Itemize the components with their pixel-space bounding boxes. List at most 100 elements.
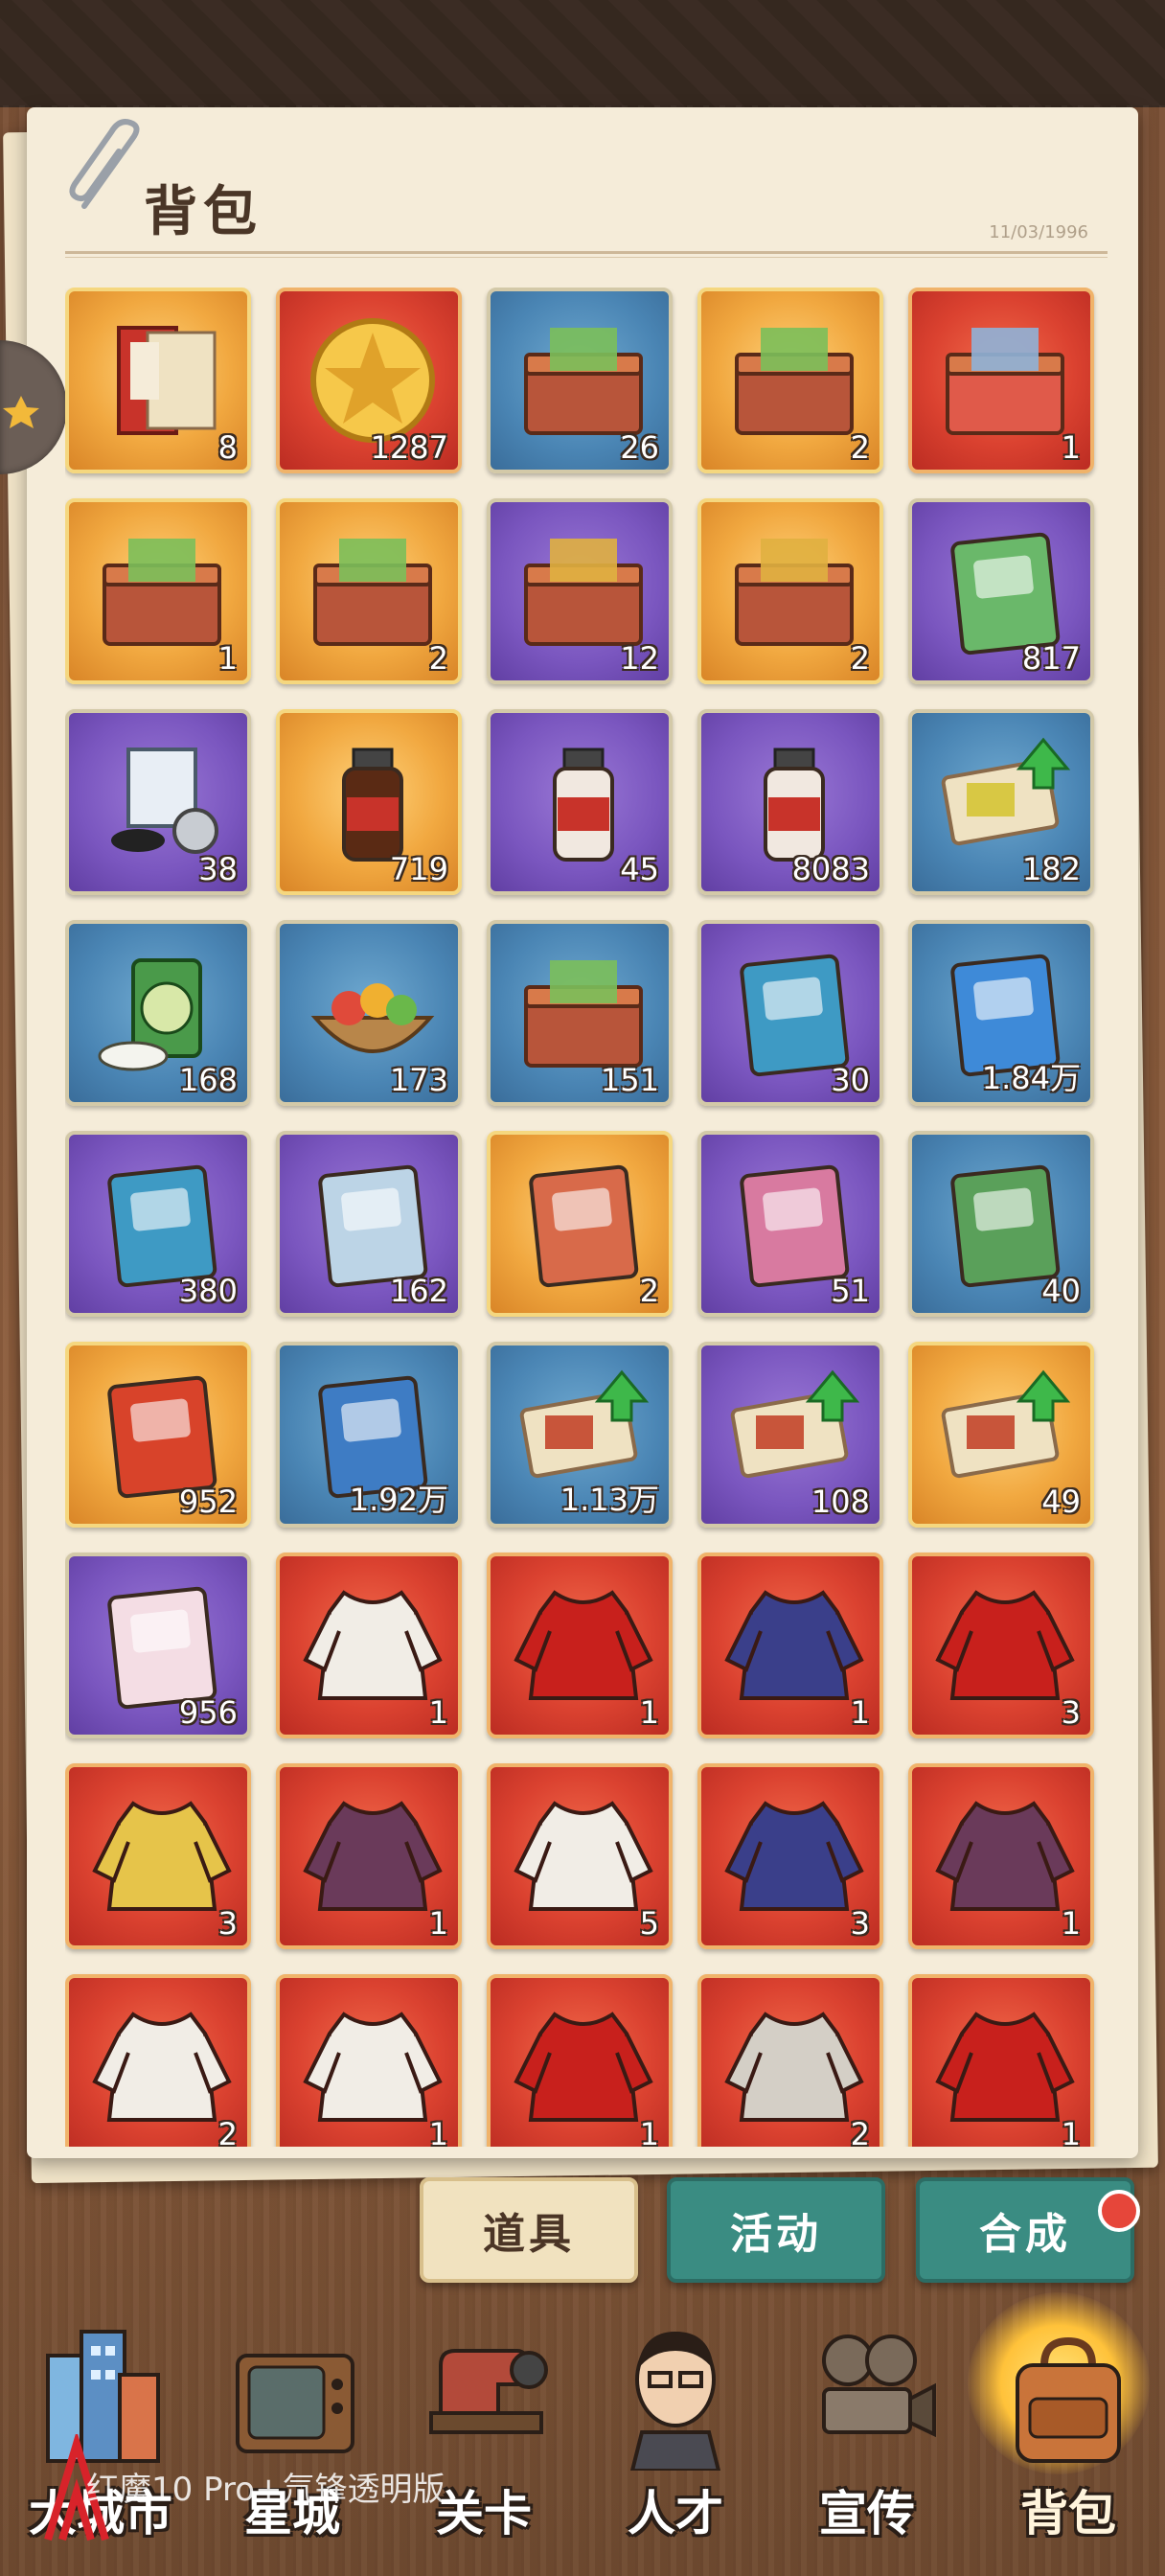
item-slot[interactable]: 1.13万 bbox=[487, 1342, 673, 1528]
item-count: 2 bbox=[850, 640, 870, 677]
item-slot[interactable]: 956 bbox=[65, 1552, 251, 1738]
treasure-chest-icon bbox=[313, 539, 432, 646]
item-count: 1 bbox=[217, 640, 238, 677]
item-slot[interactable]: 49 bbox=[908, 1342, 1094, 1528]
tv-icon bbox=[236, 2354, 354, 2453]
item-slot[interactable]: 2 bbox=[487, 1131, 673, 1317]
item-slot[interactable]: 1 bbox=[276, 1763, 462, 1949]
item-count: 1 bbox=[428, 2116, 448, 2147]
item-slot[interactable]: 1 bbox=[65, 498, 251, 684]
item-count: 1 bbox=[1061, 1905, 1081, 1942]
item-count: 956 bbox=[178, 1694, 238, 1731]
item-slot[interactable]: 173 bbox=[276, 920, 462, 1106]
item-count: 719 bbox=[389, 851, 448, 887]
item-slot[interactable]: 3 bbox=[65, 1763, 251, 1949]
item-slot[interactable]: 1 bbox=[908, 1974, 1094, 2147]
item-slot[interactable]: 1 bbox=[487, 1974, 673, 2147]
item-slot[interactable]: 3 bbox=[697, 1763, 883, 1949]
nav-talent[interactable]: 人才 bbox=[584, 2308, 766, 2566]
item-slot[interactable]: 1 bbox=[276, 1974, 462, 2147]
item-slot[interactable]: 952 bbox=[65, 1342, 251, 1528]
item-count: 1.84万 bbox=[981, 1060, 1081, 1096]
sewing-machine-icon bbox=[429, 2349, 548, 2434]
item-slot[interactable]: 1.92万 bbox=[276, 1342, 462, 1528]
nav-star-city[interactable]: 星城 bbox=[201, 2308, 383, 2566]
item-slot[interactable]: 26 bbox=[487, 288, 673, 473]
item-slot[interactable]: 2 bbox=[65, 1974, 251, 2147]
item-slot[interactable]: 182 bbox=[908, 709, 1094, 895]
item-count: 3 bbox=[1061, 1694, 1081, 1731]
item-slot[interactable]: 817 bbox=[908, 498, 1094, 684]
red-evening-dress-icon bbox=[514, 2012, 653, 2122]
car-gift-box-icon bbox=[735, 328, 854, 435]
nav-promotion[interactable]: 宣传 bbox=[776, 2308, 958, 2566]
item-slot[interactable]: 2 bbox=[697, 288, 883, 473]
item-slot[interactable]: 38 bbox=[65, 709, 251, 895]
item-slot[interactable]: 1 bbox=[908, 288, 1094, 473]
office-skirt-suit-icon bbox=[724, 1801, 864, 1911]
tab-synthesis[interactable]: 合成 bbox=[916, 2177, 1134, 2283]
item-slot[interactable]: 30 bbox=[697, 920, 883, 1106]
item-count: 2 bbox=[639, 1273, 659, 1309]
item-slot[interactable]: 168 bbox=[65, 920, 251, 1106]
item-slot[interactable]: 1 bbox=[908, 1763, 1094, 1949]
villa-gift-box-icon bbox=[946, 328, 1064, 435]
item-slot[interactable]: 2 bbox=[697, 498, 883, 684]
item-slot[interactable]: 162 bbox=[276, 1131, 462, 1317]
item-slot[interactable]: 108 bbox=[697, 1342, 883, 1528]
item-slot[interactable]: 8083 bbox=[697, 709, 883, 895]
title-divider-thin bbox=[65, 257, 1108, 258]
item-slot[interactable]: 151 bbox=[487, 920, 673, 1106]
item-slot[interactable]: 5 bbox=[487, 1763, 673, 1949]
side-drawer-handle[interactable] bbox=[0, 340, 67, 474]
item-count: 3 bbox=[850, 1905, 870, 1942]
item-count: 2 bbox=[217, 2116, 238, 2147]
item-count: 1.92万 bbox=[349, 1482, 448, 1518]
item-count: 173 bbox=[389, 1062, 448, 1098]
nav-label: 宣传 bbox=[819, 2485, 915, 2542]
item-count: 5 bbox=[639, 1905, 659, 1942]
nav-level[interactable]: 关卡 bbox=[393, 2308, 575, 2566]
fur-shawl-outfit-icon bbox=[935, 1801, 1075, 1911]
item-count: 2 bbox=[850, 429, 870, 466]
item-count: 1 bbox=[639, 2116, 659, 2147]
heart-gift-box-icon bbox=[103, 539, 221, 646]
item-slot[interactable]: 1 bbox=[487, 1552, 673, 1738]
item-count: 168 bbox=[178, 1062, 238, 1098]
item-count: 1 bbox=[1061, 429, 1081, 466]
item-slot[interactable]: 2 bbox=[276, 498, 462, 684]
item-slot[interactable]: 1 bbox=[276, 1552, 462, 1738]
item-count: 51 bbox=[831, 1273, 870, 1309]
item-slot[interactable]: 3 bbox=[908, 1552, 1094, 1738]
item-count: 2 bbox=[428, 640, 448, 677]
title-divider bbox=[65, 251, 1108, 254]
item-slot[interactable]: 380 bbox=[65, 1131, 251, 1317]
backpack-icon bbox=[1016, 2336, 1121, 2463]
film-camera-icon bbox=[822, 2334, 936, 2438]
item-slot[interactable]: 8 bbox=[65, 288, 251, 473]
item-count: 45 bbox=[620, 851, 659, 887]
item-count: 108 bbox=[811, 1484, 870, 1520]
white-dress-icon bbox=[303, 1590, 443, 1700]
banquet-invitation-icon bbox=[117, 326, 217, 435]
tab-items[interactable]: 道具 bbox=[420, 2177, 638, 2283]
item-slot[interactable]: 719 bbox=[276, 709, 462, 895]
item-count: 38 bbox=[198, 851, 238, 887]
item-slot[interactable]: 40 bbox=[908, 1131, 1094, 1317]
item-count: 49 bbox=[1041, 1484, 1081, 1520]
item-count: 12 bbox=[620, 640, 659, 677]
tab-events[interactable]: 活动 bbox=[667, 2177, 885, 2283]
nav-backpack[interactable]: 背包 bbox=[977, 2308, 1159, 2566]
item-grid: 8 1287 26 2 1 1 2 12 2 817 38 719 45 8083 182 168 173 151… bbox=[65, 288, 1119, 2147]
item-count: 8 bbox=[217, 429, 238, 466]
item-slot[interactable]: 1.84万 bbox=[908, 920, 1094, 1106]
item-slot[interactable]: 1287 bbox=[276, 288, 462, 473]
item-slot[interactable]: 1 bbox=[697, 1552, 883, 1738]
item-slot[interactable]: 45 bbox=[487, 709, 673, 895]
item-slot[interactable]: 2 bbox=[697, 1974, 883, 2147]
page-title: 背包 bbox=[144, 180, 263, 243]
paper-date: 11/03/1996 bbox=[989, 222, 1088, 242]
item-slot[interactable]: 51 bbox=[697, 1131, 883, 1317]
item-slot[interactable]: 12 bbox=[487, 498, 673, 684]
item-count: 1 bbox=[1061, 2116, 1081, 2147]
